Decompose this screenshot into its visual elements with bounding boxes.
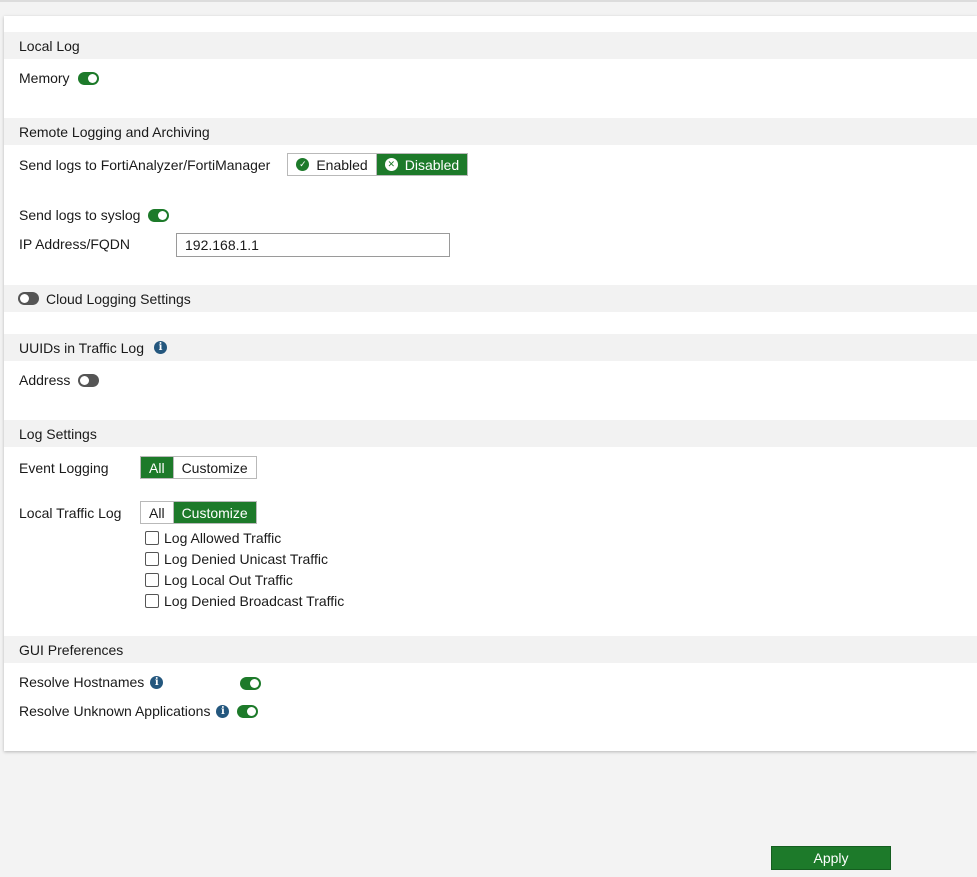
button-label: Customize <box>181 504 248 521</box>
section-header-remote-logging: Remote Logging and Archiving <box>4 118 977 145</box>
section-title: Local Log <box>19 37 80 54</box>
checkbox-label: Log Denied Broadcast Traffic <box>164 593 345 609</box>
event-logging-label: Event Logging <box>19 459 109 476</box>
checkbox[interactable] <box>145 573 159 587</box>
button-label: Customize <box>181 459 248 476</box>
address-row: Address <box>19 372 100 388</box>
log-denied-broadcast-option[interactable]: Log Denied Broadcast Traffic <box>145 593 344 609</box>
enabled-button[interactable]: ✓ Enabled <box>288 154 376 175</box>
section-header-local-log: Local Log <box>4 32 977 59</box>
syslog-toggle[interactable] <box>148 208 170 222</box>
event-logging-row: Event Logging All Customize <box>19 456 257 479</box>
event-logging-all-button[interactable]: All <box>141 457 173 478</box>
cloud-logging-label: Cloud Logging Settings <box>46 290 191 307</box>
top-divider <box>0 0 977 2</box>
cloud-logging-toggle[interactable] <box>18 292 39 305</box>
section-header-cloud-logging: Cloud Logging Settings <box>4 285 977 312</box>
resolve-hostnames-label: Resolve Hostnames <box>19 674 145 690</box>
event-logging-segmented: All Customize <box>140 456 257 479</box>
event-logging-customize-button[interactable]: Customize <box>172 457 256 478</box>
section-title: UUIDs in Traffic Log <box>19 339 145 356</box>
resolve-apps-row: Resolve Unknown Applications i <box>19 703 259 719</box>
ip-address-row: IP Address/FQDN <box>19 236 130 252</box>
address-label: Address <box>19 372 71 388</box>
check-circle-icon: ✓ <box>296 158 310 171</box>
section-title: Remote Logging and Archiving <box>19 123 210 140</box>
section-header-uuids: UUIDs in Traffic Log i <box>4 334 977 361</box>
x-circle-icon: ✕ <box>384 158 398 171</box>
info-icon[interactable]: i <box>216 704 230 718</box>
address-toggle[interactable] <box>78 373 100 387</box>
resolve-hostnames-toggle[interactable] <box>240 677 261 690</box>
local-traffic-customize-button[interactable]: Customize <box>172 502 256 523</box>
checkbox[interactable] <box>145 594 159 608</box>
fortianalyzer-segmented: ✓ Enabled ✕ Disabled <box>287 153 469 176</box>
log-denied-unicast-option[interactable]: Log Denied Unicast Traffic <box>145 551 328 567</box>
checkbox-label: Log Denied Unicast Traffic <box>164 551 328 567</box>
checkbox[interactable] <box>145 531 159 545</box>
local-traffic-all-button[interactable]: All <box>141 502 173 523</box>
resolve-apps-label: Resolve Unknown Applications <box>19 703 211 719</box>
section-title: GUI Preferences <box>19 641 124 658</box>
apply-button[interactable]: Apply <box>771 846 891 870</box>
checkbox[interactable] <box>145 552 159 566</box>
local-traffic-log-row: Local Traffic Log All Customize <box>19 501 257 524</box>
local-traffic-log-segmented: All Customize <box>140 501 257 524</box>
resolve-hostnames-row: Resolve Hostnames i <box>19 674 164 690</box>
local-traffic-log-label: Local Traffic Log <box>19 504 122 521</box>
disabled-button[interactable]: ✕ Disabled <box>375 154 468 175</box>
resolve-apps-toggle[interactable] <box>237 704 259 718</box>
fortianalyzer-row: Send logs to FortiAnalyzer/FortiManager … <box>19 153 469 176</box>
info-icon[interactable]: i <box>150 675 164 689</box>
disabled-label: Disabled <box>404 156 460 173</box>
checkbox-label: Log Allowed Traffic <box>164 530 282 546</box>
syslog-label: Send logs to syslog <box>19 207 141 223</box>
memory-row: Memory <box>19 70 99 86</box>
button-label: All <box>149 504 165 521</box>
memory-label: Memory <box>19 70 70 86</box>
enabled-label: Enabled <box>316 156 368 173</box>
syslog-row: Send logs to syslog <box>19 207 170 223</box>
memory-toggle[interactable] <box>77 71 99 85</box>
fortianalyzer-label: Send logs to FortiAnalyzer/FortiManager <box>19 156 271 173</box>
button-label: All <box>149 459 165 476</box>
apply-label: Apply <box>813 850 849 866</box>
checkbox-label: Log Local Out Traffic <box>164 572 293 588</box>
info-icon[interactable]: i <box>154 341 168 354</box>
section-header-log-settings: Log Settings <box>4 420 977 447</box>
ip-address-label: IP Address/FQDN <box>19 236 131 252</box>
log-allowed-traffic-option[interactable]: Log Allowed Traffic <box>145 530 281 546</box>
section-header-gui-preferences: GUI Preferences <box>4 636 977 663</box>
log-local-out-option[interactable]: Log Local Out Traffic <box>145 572 293 588</box>
log-settings-panel: Local Log Memory Remote Logging and Arch… <box>4 16 977 751</box>
ip-address-input[interactable] <box>176 233 450 257</box>
section-title: Log Settings <box>19 425 97 442</box>
